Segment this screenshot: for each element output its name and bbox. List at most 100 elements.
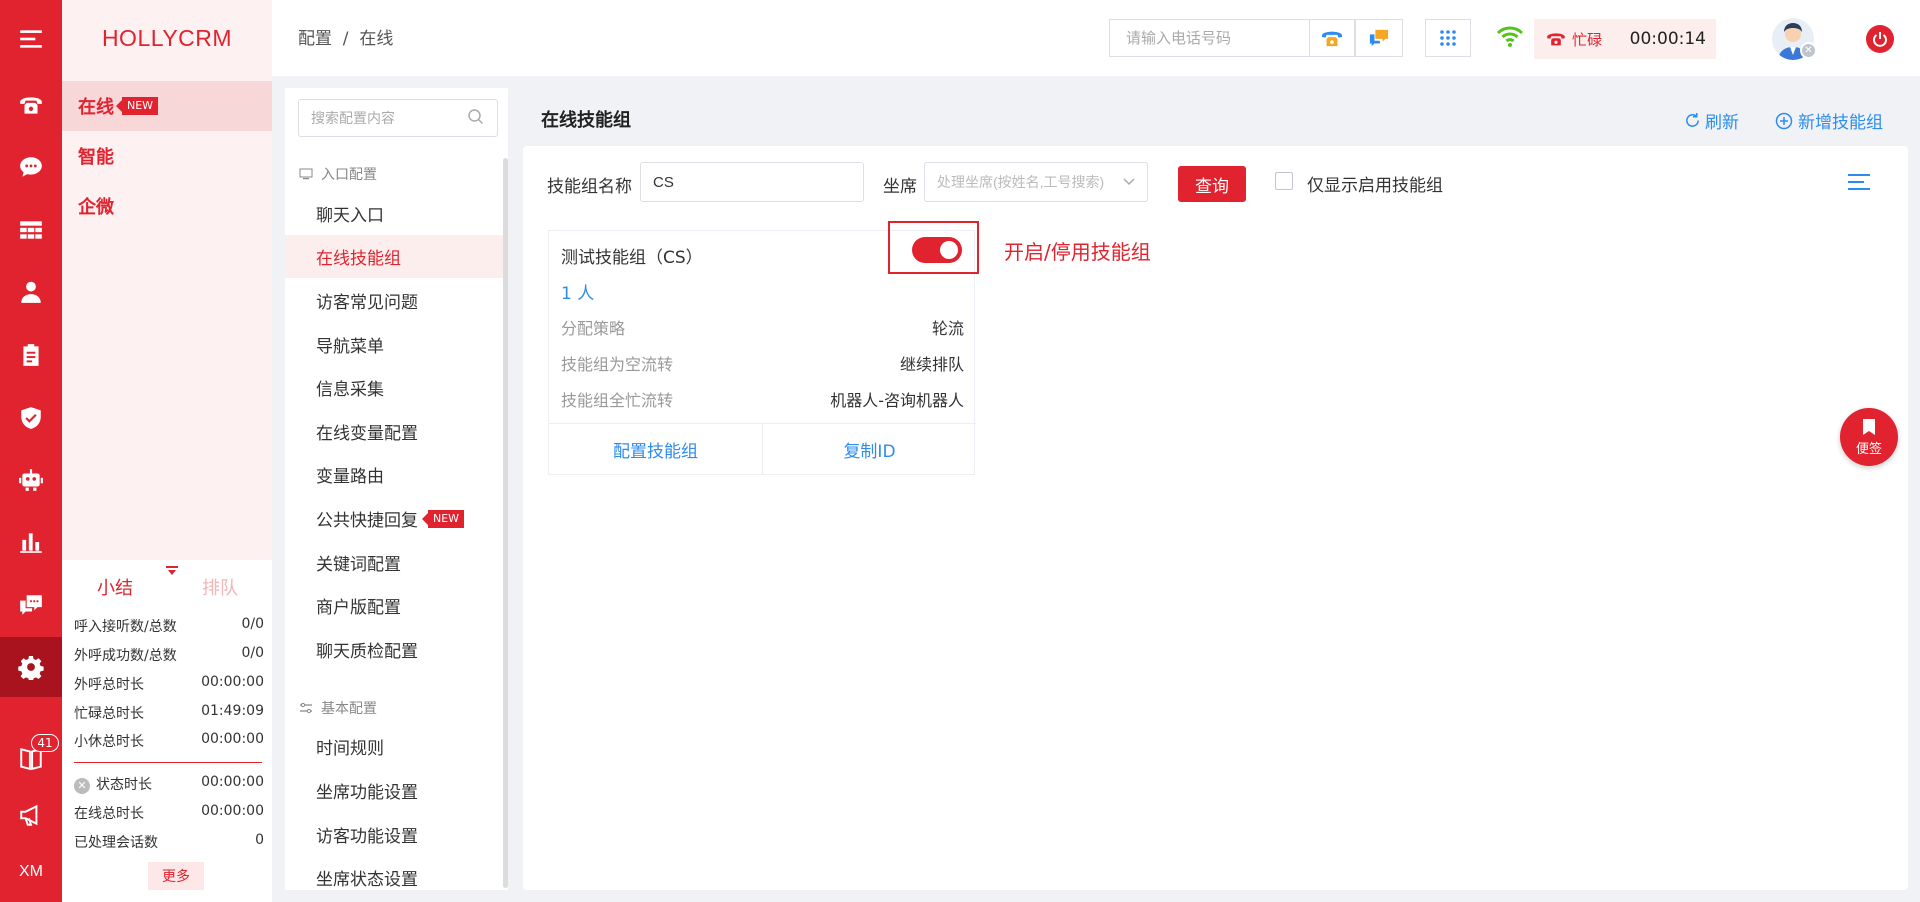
enable-toggle[interactable] (912, 237, 962, 263)
menu-item-wecom[interactable]: 企微 (62, 181, 272, 231)
stat-row: 外呼成功数/总数 0/0 (74, 645, 264, 664)
toggle-annotation: 开启/停用技能组 (1004, 240, 1151, 264)
skillgroup-name-label: 技能组名称 (547, 177, 632, 197)
conf-item-online-variable[interactable]: 在线变量配置 (285, 410, 505, 453)
grid-dots-icon (1440, 30, 1456, 46)
chat-icon[interactable] (0, 137, 62, 197)
megaphone-icon[interactable] (0, 785, 62, 845)
logout-power-button[interactable] (1866, 25, 1894, 53)
brand-logo: HOLLYCRM (101, 24, 233, 51)
conf-item-quick-reply[interactable]: 公共快捷回复 NEW (285, 497, 505, 540)
stat-row: 外呼总时长 00:00:00 (74, 674, 264, 693)
stat-row: 小休总时长 00:00:00 (74, 731, 264, 750)
conf-item-visitor-function[interactable]: 访客功能设置 (285, 813, 505, 856)
conf-item-online-skillgroup[interactable]: 在线技能组 (285, 235, 505, 278)
stat-row: ✕ 状态时长 00:00:00 (74, 774, 264, 796)
hamburger-menu-icon[interactable] (0, 9, 62, 69)
conf-item-keyword[interactable]: 关键词配置 (285, 541, 505, 584)
conf-item-chat-entry[interactable]: 聊天入口 (285, 192, 505, 235)
plus-circle-icon (1775, 112, 1793, 129)
stat-row: 呼入接听数/总数 0/0 (74, 616, 264, 635)
scrollbar[interactable] (503, 158, 508, 888)
stat-row: 忙碌总时长 01:49:09 (74, 703, 264, 722)
shield-icon[interactable] (0, 388, 62, 448)
user-icon[interactable] (0, 262, 62, 322)
agent-label: 坐席 (883, 177, 917, 197)
menu-item-ai[interactable]: 智能 (62, 131, 272, 181)
card-footer: 配置技能组 复制ID (549, 423, 976, 475)
only-enabled-label: 仅显示启用技能组 (1307, 176, 1443, 196)
new-tag: NEW (421, 509, 465, 528)
conf-item-faq[interactable]: 访客常见问题 (285, 279, 505, 322)
collapse-caret-icon[interactable] (165, 566, 179, 576)
stat-row: 已处理会话数 0 (74, 832, 264, 851)
more-button[interactable]: 更多 (148, 862, 204, 890)
refresh-icon (1686, 112, 1699, 127)
clipboard-icon[interactable] (0, 325, 62, 385)
conf-item-agent-function[interactable]: 坐席功能设置 (285, 769, 505, 812)
skillgroup-name-input[interactable] (640, 162, 864, 202)
comments-icon[interactable] (0, 575, 62, 635)
wifi-icon (1496, 26, 1524, 47)
bar-chart-icon[interactable] (0, 512, 62, 572)
status-offline-icon: ✕ (1800, 42, 1817, 59)
menu-item-online[interactable]: 在线 NEW (62, 81, 272, 131)
member-count[interactable]: 1 人 (561, 279, 594, 304)
sliders-icon (300, 702, 312, 714)
tab-queue[interactable]: 排队 (202, 574, 238, 600)
settings-gear-icon[interactable] (0, 637, 62, 697)
table-icon[interactable] (0, 200, 62, 260)
search-icon[interactable] (467, 108, 485, 126)
power-icon (1873, 32, 1887, 47)
phone-icon[interactable] (0, 75, 62, 135)
message-icon (1369, 29, 1389, 47)
stats-panel: 小结 排队 呼入接听数/总数 0/0 外呼成功数/总数 0/0 外呼总时长 00:00… (62, 560, 272, 902)
only-enabled-checkbox[interactable] (1275, 172, 1293, 190)
group-basic-config: 基本配置 (299, 698, 377, 718)
stat-row: 在线总时长 00:00:00 (74, 803, 264, 822)
monitor-icon (299, 168, 313, 180)
agent-select[interactable]: 处理坐席(按姓名,工号搜索) (924, 162, 1148, 202)
dial-phone-icon (1322, 31, 1342, 47)
notification-badge: 41 (31, 734, 59, 752)
dial-button[interactable] (1309, 19, 1355, 57)
conf-item-info-collect[interactable]: 信息采集 (285, 366, 505, 409)
list-view-icon[interactable] (1847, 172, 1871, 192)
message-button[interactable] (1355, 19, 1403, 57)
group-entry-config: 入口配置 (299, 164, 377, 184)
tab-summary[interactable]: 小结 (97, 574, 133, 600)
bookmark-icon (1863, 418, 1875, 435)
page-title: 在线技能组 (541, 110, 631, 131)
left-icon-rail: 41 XM (0, 0, 62, 902)
sticky-note-button[interactable]: 便签 (1840, 408, 1898, 466)
status-timer: 00:00:14 (1629, 29, 1706, 49)
divider (74, 762, 262, 763)
card-row: 分配策略 轮流 (561, 319, 964, 338)
chevron-down-icon (1123, 178, 1135, 186)
conf-item-merchant[interactable]: 商户版配置 (285, 584, 505, 627)
conf-item-agent-status[interactable]: 坐席状态设置 (285, 856, 505, 890)
agent-status[interactable]: 忙碌 00:00:14 (1534, 19, 1716, 59)
top-bar: 配置 / 在线 忙碌 00:00:14 ✕ (272, 0, 1920, 76)
query-button[interactable]: 查询 (1178, 166, 1246, 202)
copy-id-button[interactable]: 复制ID (762, 424, 976, 475)
phone-number-input[interactable] (1109, 19, 1309, 57)
book-icon[interactable]: 41 (0, 728, 62, 788)
card-row: 技能组全忙流转 机器人-咨询机器人 (561, 391, 964, 410)
conf-item-chat-qa[interactable]: 聊天质检配置 (285, 628, 505, 671)
add-skillgroup-button[interactable]: 新增技能组 (1775, 108, 1883, 133)
apps-grid-button[interactable] (1425, 19, 1471, 57)
new-tag: NEW (115, 97, 159, 115)
breadcrumb: 配置 / 在线 (298, 29, 394, 49)
xm-label[interactable]: XM (0, 842, 62, 902)
refresh-button[interactable]: 刷新 (1684, 108, 1739, 133)
conf-item-variable-route[interactable]: 变量路由 (285, 453, 505, 496)
state-clear-icon: ✕ (74, 777, 90, 794)
config-skillgroup-button[interactable]: 配置技能组 (549, 424, 762, 475)
conf-item-nav-menu[interactable]: 导航菜单 (285, 323, 505, 366)
config-nav: 入口配置 聊天入口 在线技能组 访客常见问题 导航菜单 信息采集 在线变量配置 … (285, 88, 508, 890)
robot-icon[interactable] (0, 450, 62, 510)
card-row: 技能组为空流转 继续排队 (561, 355, 964, 374)
conf-item-time-rule[interactable]: 时间规则 (285, 725, 505, 768)
card-title: 测试技能组（CS） (561, 248, 703, 268)
